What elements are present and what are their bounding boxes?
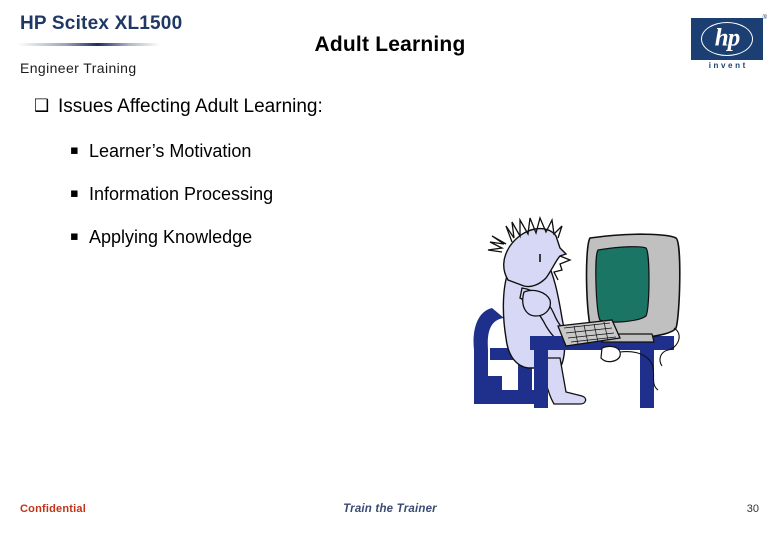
slide: HP Scitex XL1500 Engineer Training Adult… [0,0,780,540]
filled-square-bullet-icon: ▪ [70,229,79,244]
list-item: ❑ Issues Affecting Adult Learning: [34,96,470,118]
course-title: Engineer Training [20,60,137,76]
list-item: ▪ Applying Knowledge [70,226,470,248]
list-item-label: Learner’s Motivation [89,141,252,161]
header-gradient-divider [0,80,780,87]
slide-footer: Confidential Train the Trainer 30 [0,498,780,528]
hp-logo-trademark: ® [762,15,767,21]
hp-logo: hp ® invent [691,15,767,72]
list-item: ▪ Learner’s Motivation [70,140,470,162]
footer-course-label: Train the Trainer [343,503,437,515]
hp-logo-box: hp [691,18,763,60]
list-item-label: Issues Affecting Adult Learning: [58,96,323,117]
filled-square-bullet-icon: ▪ [70,143,79,158]
hp-logo-tagline: invent [708,61,748,70]
product-title: HP Scitex XL1500 [20,13,183,34]
filled-square-bullet-icon: ▪ [70,186,79,201]
slide-header: HP Scitex XL1500 Engineer Training Adult… [0,0,780,88]
frustrated-person-at-computer-clipart [462,208,688,430]
bullet-list: ❑ Issues Affecting Adult Learning: ▪ Lea… [0,96,470,269]
page-title: Adult Learning [314,33,466,56]
list-item-label: Applying Knowledge [89,227,253,247]
hp-logo-letters: hp [714,24,740,52]
page-number: 30 [746,503,759,515]
list-item-label: Information Processing [89,184,274,204]
list-item: ▪ Information Processing [70,183,470,205]
hollow-square-bullet-icon: ❑ [34,96,50,116]
